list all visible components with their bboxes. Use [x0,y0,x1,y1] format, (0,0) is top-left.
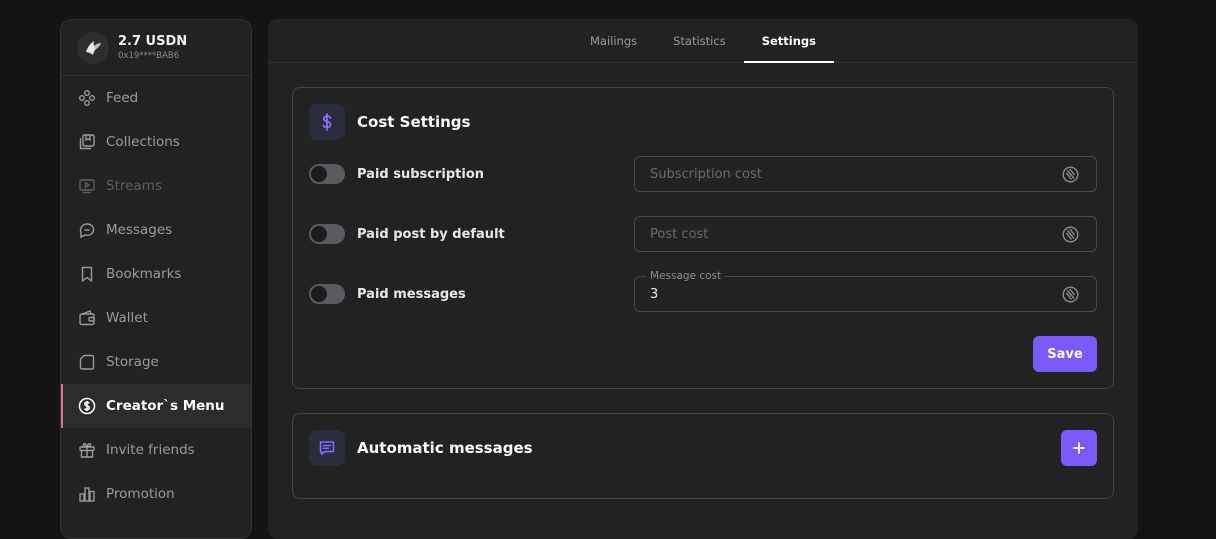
wallet-icon [78,309,96,327]
bar-chart-icon [78,485,96,503]
dollar-circle-icon [78,397,96,415]
sidebar-item-bookmarks[interactable]: Bookmarks [61,252,251,296]
avatar [77,31,109,64]
wallet-address: 0x19****BAB6 [118,50,180,61]
cost-settings-card: Cost Settings Paid subscription Paid pos… [292,87,1114,389]
wallet-balance: 2.7 USDN [118,33,188,49]
sidebar: 2.7 USDN 0x19****BAB6 Feed Collections S… [60,19,252,539]
sidebar-item-label: Messages [106,222,173,238]
sidebar-item-label: Wallet [106,310,148,326]
streams-icon [78,177,96,195]
sidebar-item-label: Collections [106,134,180,150]
tab-statistics[interactable]: Statistics [655,19,744,62]
subscription-cost-input[interactable] [650,166,1050,182]
subscription-cost-field [634,156,1097,192]
cost-settings-header: Cost Settings [309,104,470,140]
gift-icon [78,441,96,459]
setting-row-paid-subscription: Paid subscription [309,156,1097,192]
message-cost-label: Message cost [646,269,726,283]
automatic-messages-card: Automatic messages [292,413,1114,499]
chat-icon [309,430,345,466]
sidebar-item-label: Streams [106,178,162,194]
sidebar-item-streams[interactable]: Streams [61,164,251,208]
tab-bar: Mailings Statistics Settings [268,19,1138,63]
messages-icon [78,221,96,239]
tab-settings[interactable]: Settings [743,19,835,63]
sidebar-item-collections[interactable]: Collections [61,120,251,164]
account-header[interactable]: 2.7 USDN 0x19****BAB6 [61,20,251,76]
sidebar-item-messages[interactable]: Messages [61,208,251,252]
coin-icon [1062,166,1079,183]
sidebar-item-feed[interactable]: Feed [61,76,251,120]
bookmark-icon [78,265,96,283]
sidebar-item-invite-friends[interactable]: Invite friends [61,428,251,472]
setting-label: Paid post by default [357,226,505,242]
dollar-icon [309,104,345,140]
sidebar-item-storage[interactable]: Storage [61,340,251,384]
post-cost-field [634,216,1097,252]
sidebar-item-wallet[interactable]: Wallet [61,296,251,340]
tab-mailings[interactable]: Mailings [572,19,655,62]
card-title: Cost Settings [357,113,471,131]
post-cost-input[interactable] [650,226,1050,242]
sidebar-item-promotion[interactable]: Promotion [61,472,251,516]
sidebar-item-creators-menu[interactable]: Creator`s Menu [61,384,251,428]
setting-row-paid-post: Paid post by default [309,216,1097,252]
message-cost-input[interactable] [650,286,1050,302]
paid-subscription-toggle[interactable] [309,164,345,184]
save-button[interactable]: Save [1033,336,1097,372]
coin-icon [1062,226,1079,243]
feed-icon [78,89,96,107]
coin-icon [1062,286,1079,303]
setting-row-paid-messages: Paid messages Message cost [309,269,1097,312]
paid-messages-toggle[interactable] [309,284,345,304]
automatic-messages-header: Automatic messages [309,430,533,466]
sidebar-item-label: Storage [106,354,159,370]
sidebar-item-label: Feed [106,90,139,106]
paid-post-toggle[interactable] [309,224,345,244]
sidebar-item-label: Bookmarks [106,266,182,282]
main-panel: Mailings Statistics Settings Cost Settin… [268,19,1138,539]
collections-icon [78,133,96,151]
add-automatic-message-button[interactable] [1061,430,1097,466]
sidebar-item-label: Invite friends [106,442,195,458]
plus-icon [1073,442,1085,454]
setting-label: Paid subscription [357,166,485,182]
storage-icon [78,353,96,371]
setting-label: Paid messages [357,286,466,302]
sidebar-item-label: Promotion [106,486,175,502]
card-title: Automatic messages [357,439,533,457]
sidebar-item-label: Creator`s Menu [106,398,225,414]
message-cost-field: Message cost [634,269,1097,312]
